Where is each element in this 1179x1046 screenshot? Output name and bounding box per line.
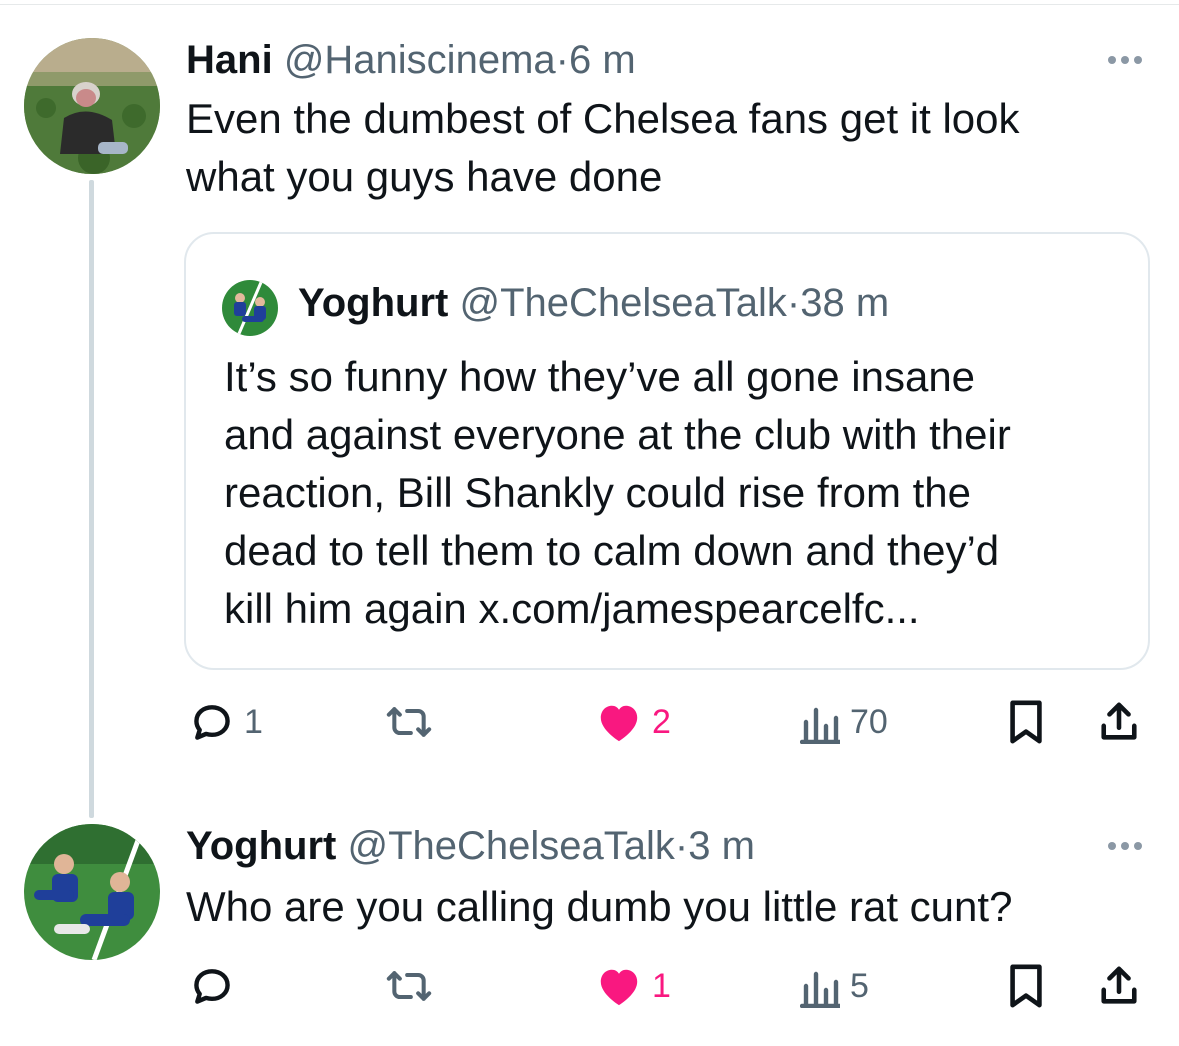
retweet-icon: [386, 971, 432, 1001]
bookmark-icon: [1010, 700, 1042, 744]
tweet-text-line: what you guys have done: [186, 153, 663, 200]
views-count: 5: [850, 966, 869, 1005]
heart-icon: [600, 705, 638, 742]
views-count: 70: [850, 702, 888, 741]
avatar[interactable]: [24, 38, 160, 174]
display-name[interactable]: Yoghurt: [186, 824, 336, 868]
quote-text: It’s so funny how they’ve all gone insan…: [224, 348, 1124, 638]
views-icon: [800, 971, 840, 1008]
like-button[interactable]: 2: [596, 692, 671, 752]
bookmark-button[interactable]: [1006, 692, 1046, 752]
reply-button[interactable]: 1: [190, 692, 263, 752]
quote-text-line: and against everyone at the club with th…: [224, 411, 1011, 458]
reply-count: 1: [244, 702, 263, 741]
separator-dot: ·: [674, 824, 689, 868]
retweet-button[interactable]: [384, 692, 444, 752]
tweet-actions: 1 5: [186, 956, 1156, 1016]
views-icon: [800, 707, 840, 744]
like-count: 2: [652, 702, 671, 741]
like-count: 1: [652, 966, 671, 1005]
retweet-icon: [386, 707, 432, 737]
quote-header: Yoghurt @TheChelseaTalk·38 m: [298, 278, 889, 328]
more-icon[interactable]: [1103, 50, 1147, 70]
tweet-hani[interactable]: Hani @Haniscinema·6 m Even the dumbest o…: [0, 0, 1179, 800]
tweet-header: Hani @Haniscinema·6 m: [186, 36, 636, 84]
quote-handle[interactable]: @TheChelseaTalk: [459, 281, 786, 325]
heart-icon: [600, 969, 638, 1006]
quote-timestamp[interactable]: 38 m: [800, 281, 889, 325]
tweet-text-line: Who are you calling dumb you little rat …: [186, 883, 1013, 930]
quote-text-line: kill him again x.com/jamespearcelfc...: [224, 585, 920, 632]
tweet-text: Even the dumbest of Chelsea fans get it …: [186, 90, 1126, 206]
more-icon[interactable]: [1103, 836, 1147, 856]
tweet-yoghurt-reply[interactable]: Yoghurt @TheChelseaTalk·3 m Who are you …: [0, 800, 1179, 1046]
quote-avatar: [222, 280, 278, 336]
tweet-actions: 1 2 70: [186, 692, 1156, 752]
handle[interactable]: @Haniscinema: [284, 38, 556, 82]
like-button[interactable]: 1: [596, 956, 671, 1016]
timestamp[interactable]: 6 m: [569, 38, 636, 82]
share-button[interactable]: [1098, 692, 1140, 752]
tweet-text: Who are you calling dumb you little rat …: [186, 878, 1126, 936]
bookmark-button[interactable]: [1006, 956, 1046, 1016]
share-icon: [1101, 702, 1137, 740]
tweet-text-line: Even the dumbest of Chelsea fans get it …: [186, 95, 1020, 142]
quote-display-name[interactable]: Yoghurt: [298, 281, 448, 325]
quote-tweet-card[interactable]: Yoghurt @TheChelseaTalk·38 m It’s so fun…: [184, 232, 1150, 670]
separator-dot: ·: [555, 38, 569, 82]
display-name[interactable]: Hani: [186, 38, 273, 82]
tweet-header: Yoghurt @TheChelseaTalk·3 m: [186, 822, 755, 870]
views-button[interactable]: 70: [800, 692, 888, 752]
bookmark-icon: [1010, 964, 1042, 1008]
avatar[interactable]: [24, 824, 160, 960]
share-button[interactable]: [1098, 956, 1140, 1016]
quote-text-line: reaction, Bill Shankly could rise from t…: [224, 469, 971, 516]
retweet-button[interactable]: [384, 956, 444, 1016]
quote-text-line: It’s so funny how they’ve all gone insan…: [224, 353, 976, 400]
share-icon: [1101, 966, 1137, 1004]
views-button[interactable]: 5: [800, 956, 869, 1016]
reply-icon: [194, 705, 230, 740]
separator-dot: ·: [786, 281, 801, 325]
timestamp[interactable]: 3 m: [688, 824, 755, 868]
handle[interactable]: @TheChelseaTalk: [347, 824, 674, 868]
reply-icon: [194, 969, 230, 1004]
quote-text-line: dead to tell them to calm down and they’…: [224, 527, 1000, 574]
reply-button[interactable]: [190, 956, 244, 1016]
